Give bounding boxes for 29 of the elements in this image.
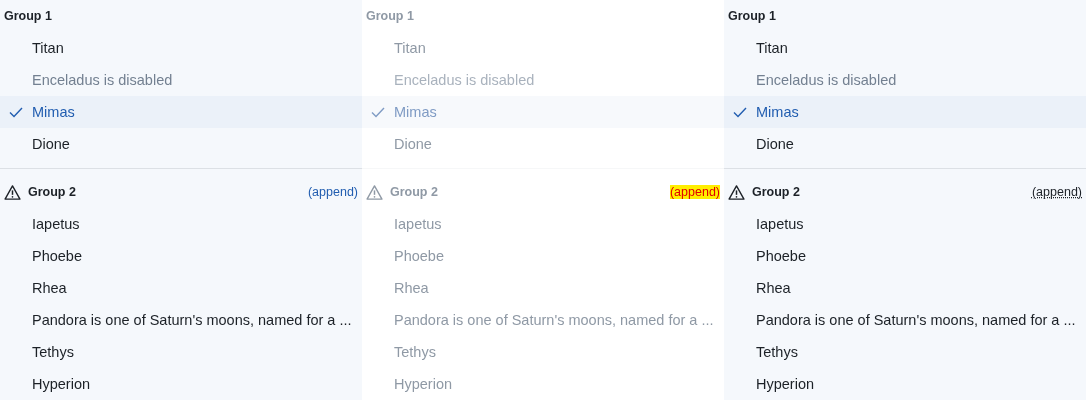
- list-item[interactable]: Phoebe: [724, 240, 1086, 272]
- list-item[interactable]: Tethys: [724, 336, 1086, 368]
- list-item[interactable]: Mimas: [724, 96, 1086, 128]
- list-item[interactable]: Iapetus: [0, 208, 362, 240]
- group-label: Group 2: [752, 185, 801, 199]
- list-item[interactable]: Pandora is one of Saturn's moons, named for a ...: [724, 304, 1086, 336]
- list-item[interactable]: Dione: [724, 128, 1086, 160]
- list-item[interactable]: Iapetus: [724, 208, 1086, 240]
- group-label: Group 1: [728, 9, 777, 23]
- list-item[interactable]: Dione: [0, 128, 362, 160]
- warning-icon: [366, 183, 383, 201]
- group-label: Group 2: [390, 185, 439, 199]
- list-item[interactable]: Rhea: [724, 272, 1086, 304]
- warning-icon: [4, 183, 21, 201]
- list-item[interactable]: Hyperion: [724, 368, 1086, 400]
- list-item[interactable]: Pandora is one of Saturn's moons, named for a ...: [0, 304, 362, 336]
- group-label: Group 2: [28, 185, 77, 199]
- list-item[interactable]: Phoebe: [0, 240, 362, 272]
- append-link[interactable]: (append): [307, 185, 358, 199]
- group-label: Group 1: [366, 9, 415, 23]
- warning-icon: [728, 183, 745, 201]
- list-item[interactable]: Rhea: [0, 272, 362, 304]
- append-link[interactable]: (append): [1031, 185, 1082, 199]
- list-item[interactable]: Titan: [724, 32, 1086, 64]
- list-item[interactable]: Hyperion: [0, 368, 362, 400]
- group-label: Group 1: [4, 9, 53, 23]
- list-item[interactable]: Titan: [0, 32, 362, 64]
- list-item[interactable]: Tethys: [0, 336, 362, 368]
- list-item[interactable]: Mimas: [0, 96, 362, 128]
